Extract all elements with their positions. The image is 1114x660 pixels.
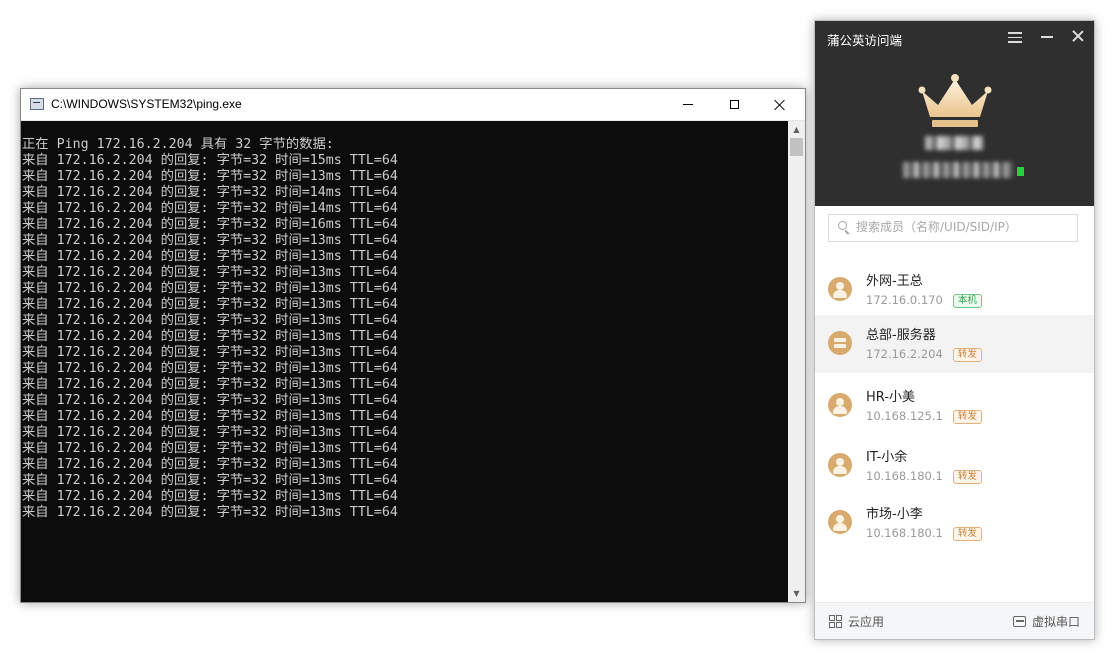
member-name: IT-小余 [866,450,908,465]
console-line: 来自 172.16.2.204 的回复: 字节=32 时间=13ms TTL=6… [22,281,398,296]
person-icon [828,453,852,477]
console-line: 来自 172.16.2.204 的回复: 字节=32 时间=13ms TTL=6… [22,377,398,392]
server-icon [828,331,852,355]
crown-icon [918,74,992,127]
virtual-serial-button[interactable]: 虚拟串口 [1012,613,1080,630]
member-ip: 10.168.125.1 转发 [866,409,982,424]
scroll-down-button[interactable]: ▼ [788,585,805,602]
member-ip-text: 10.168.180.1 [866,469,943,483]
virtual-serial-label: 虚拟串口 [1031,615,1080,629]
member-badge: 转发 [952,470,982,484]
console-line: 来自 172.16.2.204 的回复: 字节=32 时间=13ms TTL=6… [22,505,398,520]
scroll-thumb[interactable] [790,138,803,156]
cloud-apps-label: 云应用 [848,615,885,629]
serial-port-icon [1012,616,1026,627]
member-name: 市场-小李 [866,507,923,522]
console-line: 来自 172.16.2.204 的回复: 字节=32 时间=13ms TTL=6… [22,345,398,360]
member-ip: 172.16.2.204 转发 [866,347,982,362]
minimize-icon [683,104,693,105]
console-close-button[interactable] [757,89,803,120]
member-ip: 172.16.0.170 本机 [866,293,982,308]
member-name: 外网-王总 [866,274,923,289]
console-line: 来自 172.16.2.204 的回复: 字节=32 时间=13ms TTL=6… [22,329,398,344]
console-line: 来自 172.16.2.204 的回复: 字节=32 时间=13ms TTL=6… [22,473,398,488]
console-line: 来自 172.16.2.204 的回复: 字节=32 时间=13ms TTL=6… [22,361,398,376]
console-line: 来自 172.16.2.204 的回复: 字节=32 时间=14ms TTL=6… [22,185,398,200]
client-window: 蒲公英访问端 外网-王总 172.16.0.170 本机总部-服务器 172.16.2… [814,20,1095,640]
console-line: 来自 172.16.2.204 的回复: 字节=32 时间=13ms TTL=6… [22,489,398,504]
console-line: 来自 172.16.2.204 的回复: 字节=32 时间=13ms TTL=6… [22,233,398,248]
member-item[interactable]: 外网-王总 172.16.0.170 本机 [815,261,1094,319]
member-ip: 10.168.180.1 转发 [866,469,982,484]
person-icon [828,393,852,417]
member-badge: 转发 [952,348,982,362]
console-line: 来自 172.16.2.204 的回复: 字节=32 时间=13ms TTL=6… [22,313,398,328]
scroll-up-button[interactable]: ▲ [788,121,805,138]
username-redacted [925,136,983,150]
console-line: 来自 172.16.2.204 的回复: 字节=32 时间=13ms TTL=6… [22,457,398,472]
console-titlebar[interactable]: C:\WINDOWS\SYSTEM32\ping.exe [21,89,805,121]
console-line: 来自 172.16.2.204 的回复: 字节=32 时间=13ms TTL=6… [22,441,398,456]
cloud-apps-button[interactable]: 云应用 [829,613,884,630]
console-line: 来自 172.16.2.204 的回复: 字节=32 时间=15ms TTL=6… [22,153,398,168]
member-ip: 10.168.180.1 转发 [866,526,982,541]
member-badge: 转发 [952,527,982,541]
console-window: C:\WINDOWS\SYSTEM32\ping.exe 正在 Ping 172… [20,88,806,603]
online-status-indicator [1017,167,1024,176]
account-info-redacted [903,162,1013,178]
member-badge: 本机 [952,294,982,308]
console-title: C:\WINDOWS\SYSTEM32\ping.exe [51,97,242,111]
member-item[interactable]: HR-小美 10.168.125.1 转发 [815,377,1094,435]
console-line: 来自 172.16.2.204 的回复: 字节=32 时间=13ms TTL=6… [22,425,398,440]
console-scrollbar[interactable]: ▲ ▼ [788,121,805,602]
person-icon [828,510,852,534]
member-ip-text: 172.16.0.170 [866,293,943,307]
client-close-button[interactable] [1072,30,1084,42]
console-line: 来自 172.16.2.204 的回复: 字节=32 时间=13ms TTL=6… [22,249,398,264]
grid-icon [829,615,842,628]
console-line: 来自 172.16.2.204 的回复: 字节=32 时间=13ms TTL=6… [22,393,398,408]
console-maximize-button[interactable] [711,89,757,120]
member-item[interactable]: 总部-服务器 172.16.2.204 转发 [815,315,1094,373]
member-item[interactable]: 市场-小李 10.168.180.1 转发 [815,494,1094,552]
client-title: 蒲公英访问端 [827,34,903,48]
client-minimize-button[interactable] [1041,36,1053,38]
console-line: 来自 172.16.2.204 的回复: 字节=32 时间=14ms TTL=6… [22,201,398,216]
member-ip-text: 10.168.180.1 [866,526,943,540]
console-output[interactable]: 正在 Ping 172.16.2.204 具有 32 字节的数据: 来自 172.… [21,121,788,602]
member-ip-text: 172.16.2.204 [866,347,943,361]
menu-icon[interactable] [1008,31,1022,43]
console-line: 来自 172.16.2.204 的回复: 字节=32 时间=13ms TTL=6… [22,409,398,424]
console-line: 来自 172.16.2.204 的回复: 字节=32 时间=13ms TTL=6… [22,265,398,280]
console-line: 正在 Ping 172.16.2.204 具有 32 字节的数据: [22,137,334,152]
console-minimize-button[interactable] [665,89,711,120]
member-search[interactable] [828,214,1078,242]
console-line: 来自 172.16.2.204 的回复: 字节=32 时间=16ms TTL=6… [22,217,398,232]
search-icon [838,221,847,230]
client-footer: 云应用 虚拟串口 [815,602,1094,639]
member-name: 总部-服务器 [866,328,936,343]
client-header: 蒲公英访问端 [815,21,1094,206]
close-icon [774,99,786,111]
member-item[interactable]: IT-小余 10.168.180.1 转发 [815,437,1094,495]
member-ip-text: 10.168.125.1 [866,409,943,423]
person-icon [828,277,852,301]
console-line: 来自 172.16.2.204 的回复: 字节=32 时间=13ms TTL=6… [22,169,398,184]
member-search-input[interactable] [856,215,1071,239]
console-app-icon [30,98,44,110]
maximize-icon [729,100,739,109]
console-line: 来自 172.16.2.204 的回复: 字节=32 时间=13ms TTL=6… [22,297,398,312]
member-name: HR-小美 [866,390,915,405]
member-badge: 转发 [952,410,982,424]
